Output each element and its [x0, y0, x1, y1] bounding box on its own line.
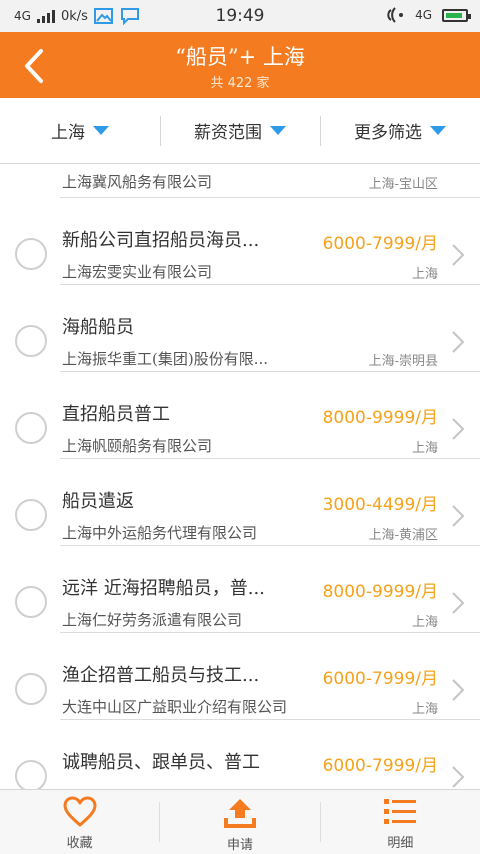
- app-bar: “船员”+ 上海 共 422 家: [0, 32, 480, 98]
- filter-salary[interactable]: 薪资范围: [160, 98, 320, 163]
- tab-details[interactable]: 明细: [321, 790, 480, 854]
- job-title: 远洋 近海招聘船员，普...: [62, 578, 265, 599]
- tab-favorite[interactable]: 收藏: [0, 790, 159, 854]
- job-row[interactable]: 上海冀风船务有限公司 上海-宝山区: [0, 165, 480, 198]
- bottom-tab-bar: 收藏 申请 明细: [0, 789, 480, 854]
- job-salary: 3000-4499/月: [322, 495, 438, 515]
- job-company: 上海宏雯实业有限公司: [62, 263, 213, 281]
- tab-apply-label: 申请: [226, 838, 253, 853]
- job-salary: 6000-7999/月: [322, 756, 438, 776]
- chevron-right-icon: [452, 244, 465, 266]
- job-list[interactable]: 上海冀风船务有限公司 上海-宝山区 新船公司直招船员海员... 6000-799…: [0, 165, 480, 789]
- chevron-right-icon: [452, 592, 465, 614]
- job-salary: 8000-9999/月: [322, 582, 438, 602]
- job-row[interactable]: 海船船员 上海振华重工(集团)股份有限... 上海-崇明县: [0, 285, 480, 372]
- job-location: 上海: [411, 267, 438, 282]
- chevron-right-icon: [452, 418, 465, 440]
- job-title: 船员遣返: [62, 491, 134, 512]
- select-radio[interactable]: [15, 760, 47, 789]
- job-company: 上海振华重工(集团)股份有限...: [62, 350, 269, 368]
- job-title: 海船船员: [62, 317, 134, 338]
- upload-icon: [223, 799, 256, 828]
- job-company: 上海中外运船务代理有限公司: [62, 524, 258, 542]
- job-salary: 6000-7999/月: [322, 669, 438, 689]
- list-icon: [384, 799, 417, 824]
- job-company: 上海仁好劳务派遣有限公司: [62, 611, 243, 629]
- job-company: 大连中山区广益职业介绍有限公司: [62, 698, 288, 716]
- tab-favorite-label: 收藏: [66, 836, 93, 851]
- dropdown-arrow-icon: [270, 126, 286, 135]
- filter-location[interactable]: 上海: [0, 98, 160, 163]
- job-row[interactable]: 远洋 近海招聘船员，普... 8000-9999/月 上海仁好劳务派遣有限公司 …: [0, 546, 480, 633]
- chevron-right-icon: [452, 505, 465, 527]
- job-row[interactable]: 新船公司直招船员海员... 6000-7999/月 上海宏雯实业有限公司 上海: [0, 198, 480, 285]
- heart-icon: [63, 796, 97, 827]
- tab-details-label: 明细: [387, 836, 414, 851]
- dropdown-arrow-icon: [430, 126, 446, 135]
- job-company: 上海冀风船务有限公司: [62, 173, 213, 191]
- page-title: “船员”+ 上海: [175, 45, 305, 69]
- status-right: 4G: [387, 6, 471, 24]
- battery-icon: [442, 8, 471, 22]
- job-salary: 8000-9999/月: [322, 408, 438, 428]
- job-location: 上海-黄浦区: [368, 528, 438, 543]
- network-label-right: 4G: [415, 8, 432, 22]
- nfc-icon: [387, 7, 404, 23]
- job-row[interactable]: 直招船员普工 8000-9999/月 上海帆颐船务有限公司 上海: [0, 372, 480, 459]
- select-radio[interactable]: [15, 325, 47, 357]
- chevron-right-icon: [452, 679, 465, 701]
- job-company: 上海帆颐船务有限公司: [62, 437, 213, 455]
- chevron-right-icon: [452, 331, 465, 353]
- select-radio[interactable]: [15, 412, 47, 444]
- select-radio[interactable]: [15, 586, 47, 618]
- job-row[interactable]: 诚聘船员、跟单员、普工 6000-7999/月: [0, 720, 480, 789]
- select-radio[interactable]: [15, 673, 47, 705]
- job-location: 上海-宝山区: [368, 177, 438, 192]
- filter-more-label: 更多筛选: [354, 123, 422, 143]
- chevron-right-icon: [452, 766, 465, 788]
- job-title: 渔企招普工船员与技工...: [62, 665, 260, 686]
- job-location: 上海: [411, 702, 438, 717]
- job-title: 诚聘船员、跟单员、普工: [62, 752, 260, 773]
- job-row[interactable]: 渔企招普工船员与技工... 6000-7999/月 大连中山区广益职业介绍有限公…: [0, 633, 480, 720]
- job-title: 新船公司直招船员海员...: [62, 230, 260, 251]
- job-location: 上海-崇明县: [368, 354, 438, 369]
- filter-location-label: 上海: [51, 123, 85, 143]
- result-count: 共 422 家: [210, 76, 270, 91]
- job-location: 上海: [411, 441, 438, 456]
- tab-apply[interactable]: 申请: [160, 790, 319, 854]
- filter-bar: 上海 薪资范围 更多筛选: [0, 98, 480, 164]
- job-row[interactable]: 船员遣返 3000-4499/月 上海中外运船务代理有限公司 上海-黄浦区: [0, 459, 480, 546]
- job-location: 上海: [411, 615, 438, 630]
- filter-more[interactable]: 更多筛选: [320, 98, 480, 163]
- status-bar: 4G 0k/s 19:49 4G: [0, 0, 480, 32]
- job-title: 直招船员普工: [62, 404, 170, 425]
- filter-salary-label: 薪资范围: [194, 123, 262, 143]
- job-salary: 6000-7999/月: [322, 234, 438, 254]
- select-radio[interactable]: [15, 499, 47, 531]
- dropdown-arrow-icon: [93, 126, 109, 135]
- select-radio[interactable]: [15, 238, 47, 270]
